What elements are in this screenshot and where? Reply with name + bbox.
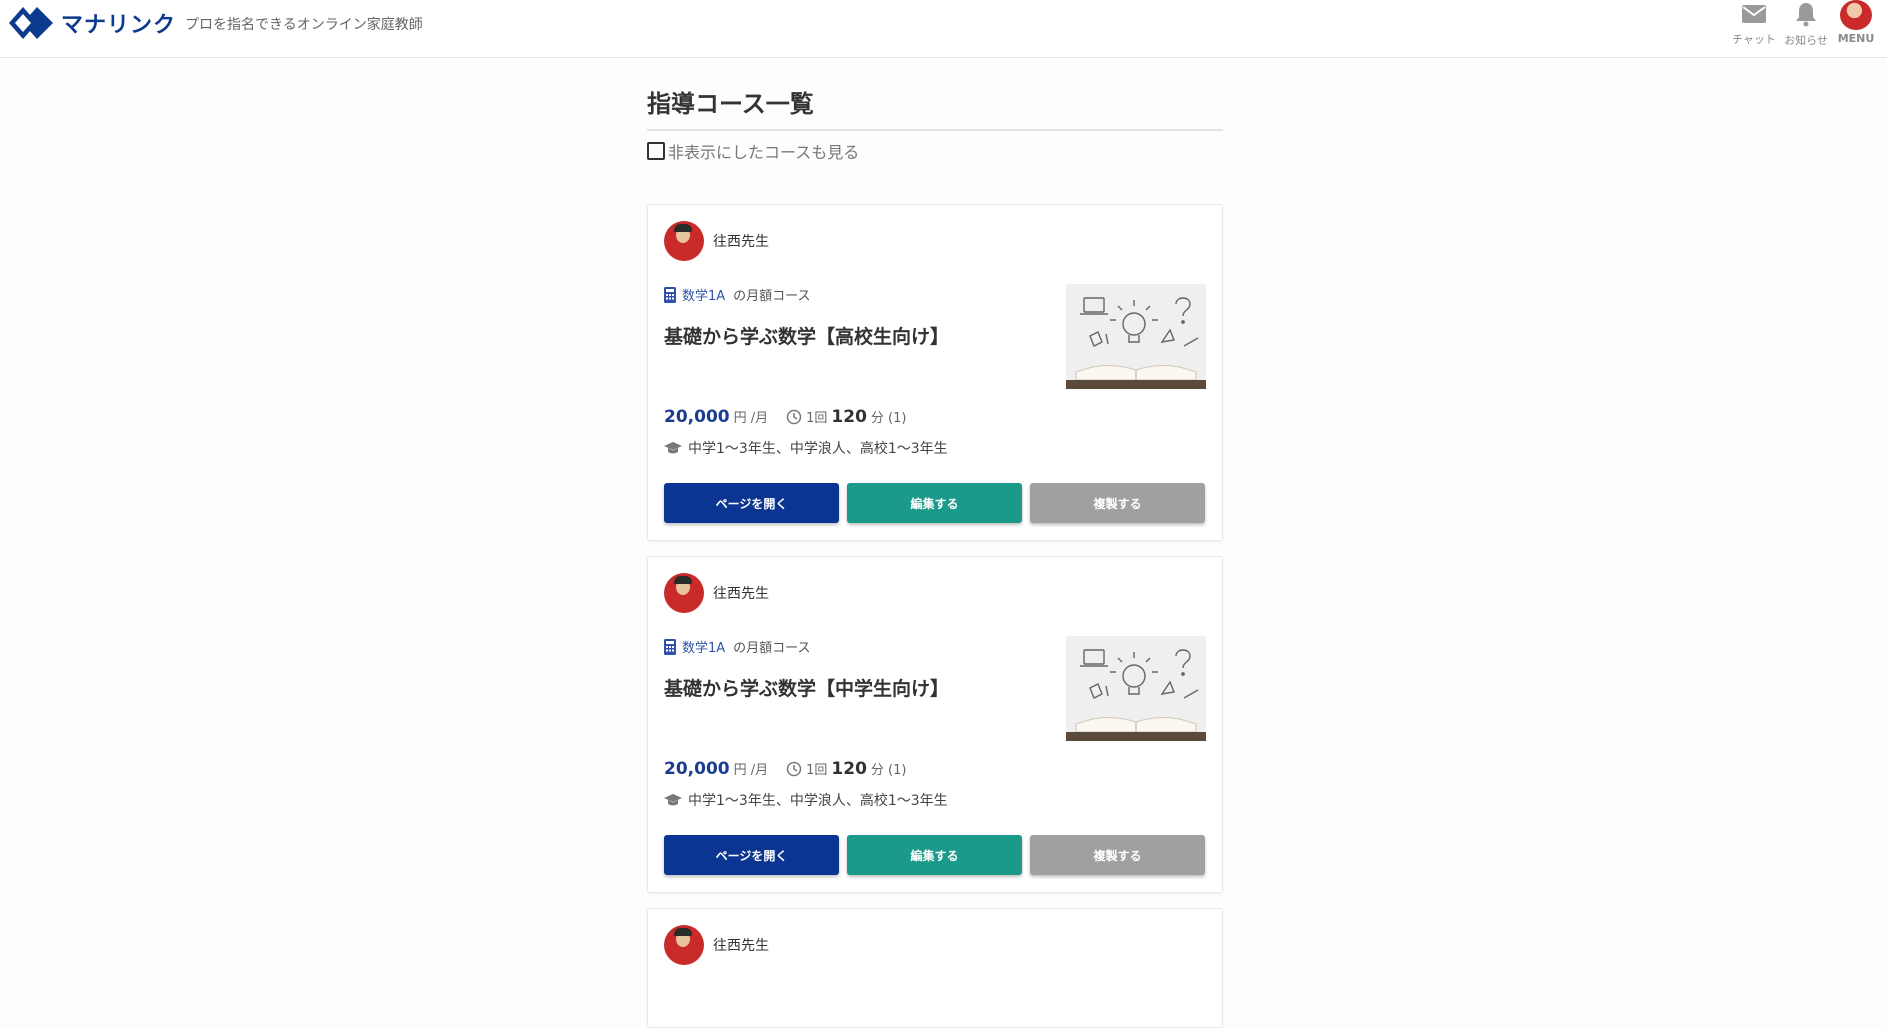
price-unit: 円 /月: [733, 763, 769, 778]
course-thumbnail: [1066, 284, 1206, 389]
price-row: 20,000 円 /月 1回 120 分 (1): [664, 407, 906, 427]
teacher-info[interactable]: 往西先生: [664, 573, 769, 613]
teacher-avatar: [664, 221, 704, 261]
card-actions: ページを開く 編集する 複製する: [664, 835, 1205, 875]
show-hidden-checkbox[interactable]: [647, 142, 665, 160]
course-card: 往西先生: [647, 908, 1223, 1028]
user-avatar: [1840, 0, 1872, 30]
chat-label: チャット: [1732, 33, 1776, 46]
price-unit: 円 /月: [733, 411, 769, 426]
open-page-button[interactable]: ページを開く: [664, 483, 839, 523]
bell-icon: [1796, 3, 1816, 27]
mail-icon: [1742, 5, 1766, 23]
card-actions: ページを開く 編集する 複製する: [664, 483, 1205, 523]
open-page-button[interactable]: ページを開く: [664, 835, 839, 875]
top-header: マナリンク プロを指名できるオンライン家庭教師 チャット お知らせ MENU: [0, 0, 1887, 58]
price-value: 20,000: [664, 759, 730, 779]
course-title[interactable]: 基礎から学ぶ数学【中学生向け】: [664, 674, 949, 701]
price-row: 20,000 円 /月 1回 120 分 (1): [664, 759, 906, 779]
graduation-cap-icon: [664, 442, 682, 454]
calculator-icon: [664, 638, 676, 655]
show-hidden-toggle[interactable]: 非表示にしたコースも見る: [647, 140, 1223, 162]
minutes-value: 120: [831, 407, 867, 427]
notification-button[interactable]: お知らせ: [1780, 0, 1832, 48]
title-divider: [647, 129, 1223, 131]
course-title[interactable]: 基礎から学ぶ数学【高校生向け】: [664, 322, 949, 349]
grade-row: 中学1～3年生、中学浪人、高校1～3年生: [664, 438, 948, 458]
minutes-unit: 分 (1): [870, 763, 907, 778]
teacher-info[interactable]: 往西先生: [664, 221, 769, 261]
menu-button[interactable]: MENU: [1830, 0, 1882, 45]
minutes-unit: 分 (1): [870, 411, 907, 426]
per-session-label: 1回: [806, 763, 828, 778]
graduation-cap-icon: [664, 794, 682, 806]
duplicate-button[interactable]: 複製する: [1030, 483, 1205, 523]
notice-label: お知らせ: [1784, 34, 1828, 47]
edit-button[interactable]: 編集する: [847, 483, 1022, 523]
teacher-name: 往西先生: [713, 586, 769, 602]
chat-button[interactable]: チャット: [1728, 0, 1780, 47]
logo-text: マナリンク: [61, 13, 177, 38]
per-session-label: 1回: [806, 411, 828, 426]
site-tagline: プロを指名できるオンライン家庭教師: [185, 17, 423, 33]
course-thumbnail: [1066, 636, 1206, 741]
target-grades: 中学1～3年生、中学浪人、高校1～3年生: [688, 793, 948, 809]
teacher-name: 往西先生: [713, 938, 769, 954]
course-card: 往西先生 数学1A の月額コース 基礎から学ぶ数学【高校生向け】 20,000 …: [647, 204, 1223, 541]
course-card: 往西先生 数学1A の月額コース 基礎から学ぶ数学【中学生向け】 20,000 …: [647, 556, 1223, 893]
edit-button[interactable]: 編集する: [847, 835, 1022, 875]
logo-mark-icon: [9, 7, 53, 39]
price-value: 20,000: [664, 407, 730, 427]
teacher-avatar: [664, 925, 704, 965]
main-content: 指導コース一覧 非表示にしたコースも見る: [647, 58, 1223, 162]
menu-label: MENU: [1837, 32, 1875, 45]
minutes-value: 120: [831, 759, 867, 779]
duplicate-button[interactable]: 複製する: [1030, 835, 1205, 875]
course-type: の月額コース: [733, 641, 811, 656]
page-title: 指導コース一覧: [647, 90, 814, 118]
clock-icon: [786, 761, 802, 777]
teacher-avatar: [664, 573, 704, 613]
subject-row: 数学1A の月額コース: [664, 285, 811, 304]
grade-row: 中学1～3年生、中学浪人、高校1～3年生: [664, 790, 948, 810]
calculator-icon: [664, 286, 676, 303]
course-type: の月額コース: [733, 289, 811, 304]
teacher-name: 往西先生: [713, 234, 769, 250]
clock-icon: [786, 409, 802, 425]
subject-row: 数学1A の月額コース: [664, 637, 811, 656]
subject-link[interactable]: 数学1A: [682, 637, 725, 656]
target-grades: 中学1～3年生、中学浪人、高校1～3年生: [688, 441, 948, 457]
lightbulb-book-image: [1066, 636, 1206, 741]
subject-link[interactable]: 数学1A: [682, 285, 725, 304]
site-logo[interactable]: マナリンク: [9, 5, 176, 41]
show-hidden-label: 非表示にしたコースも見る: [668, 143, 860, 162]
teacher-info[interactable]: 往西先生: [664, 925, 769, 965]
lightbulb-book-image: [1066, 284, 1206, 389]
